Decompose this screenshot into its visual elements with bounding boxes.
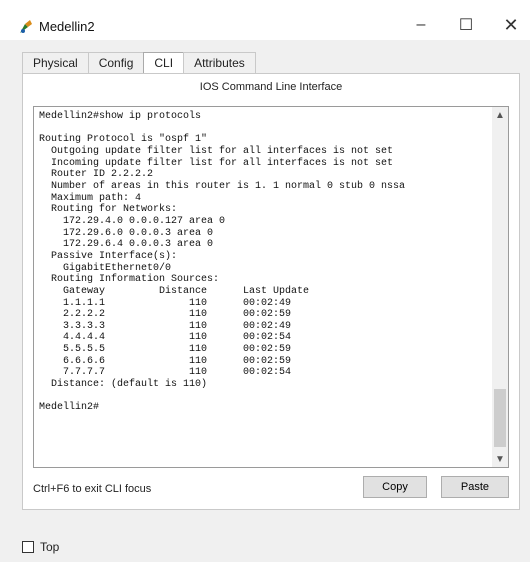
scroll-down-icon[interactable]: ▼ — [492, 451, 508, 467]
tab-strip: Physical Config CLI Attributes — [22, 52, 256, 75]
cli-panel: IOS Command Line Interface Medellin2#sho… — [22, 73, 520, 510]
terminal-scrollbar[interactable]: ▲ ▼ — [492, 107, 508, 467]
scroll-thumb[interactable] — [494, 389, 506, 447]
cli-header: IOS Command Line Interface — [199, 81, 343, 93]
window-title: Medellin2 — [39, 19, 95, 34]
top-checkbox[interactable]: Top — [22, 540, 59, 554]
tab-physical[interactable]: Physical — [22, 52, 89, 73]
scroll-up-icon[interactable]: ▲ — [492, 107, 508, 123]
cli-focus-hint: Ctrl+F6 to exit CLI focus — [33, 483, 152, 495]
tab-attributes[interactable]: Attributes — [183, 52, 256, 73]
title-bar: Medellin2 – ☐ ✕ — [0, 0, 530, 40]
maximize-button[interactable]: ☐ — [443, 10, 489, 40]
terminal-output: Medellin2#show ip protocols Routing Prot… — [39, 111, 406, 414]
packet-tracer-device-icon — [17, 18, 35, 36]
checkbox-box[interactable] — [22, 541, 34, 553]
device-window: Medellin2 – ☐ ✕ Physical Config CLI Attr… — [0, 0, 530, 562]
cli-terminal[interactable]: Medellin2#show ip protocols Routing Prot… — [33, 106, 509, 468]
tab-config[interactable]: Config — [87, 52, 145, 73]
copy-button[interactable]: Copy — [363, 476, 427, 498]
tab-cli[interactable]: CLI — [143, 52, 185, 75]
close-button[interactable]: ✕ — [488, 10, 530, 40]
minimize-button[interactable]: – — [398, 10, 444, 40]
top-checkbox-label: Top — [40, 540, 60, 554]
paste-button[interactable]: Paste — [441, 476, 509, 498]
